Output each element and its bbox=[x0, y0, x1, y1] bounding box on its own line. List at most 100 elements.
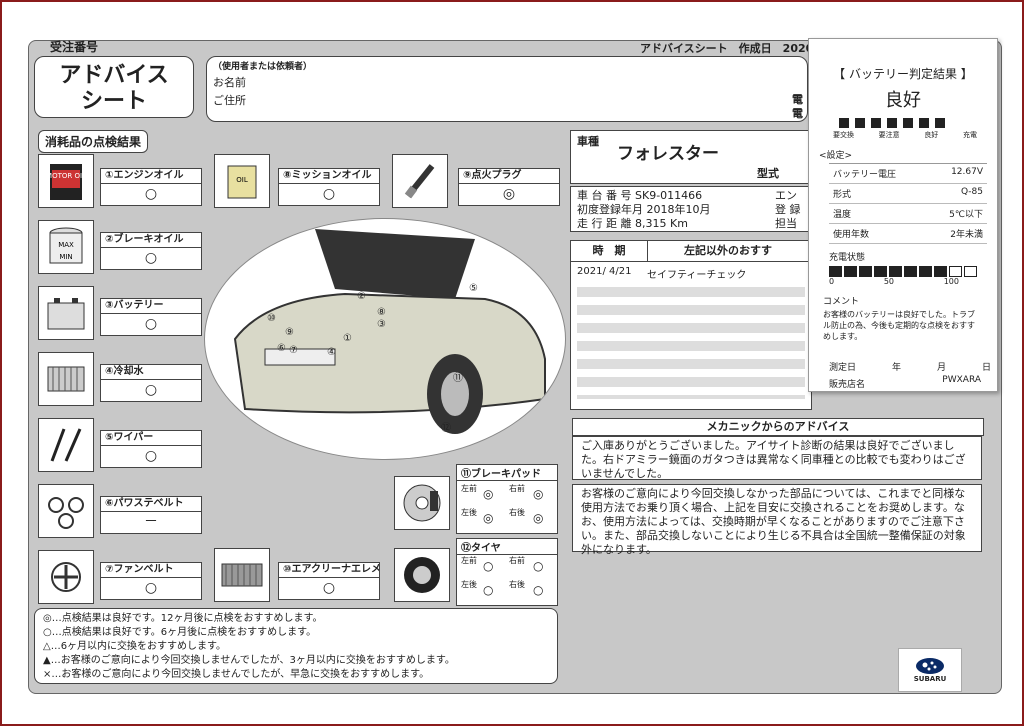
svg-text:MOTOR OIL: MOTOR OIL bbox=[46, 172, 86, 180]
receipt-value: 5℃以下 bbox=[949, 210, 983, 220]
first-reg-label: 初度登録年月 bbox=[577, 203, 643, 216]
item-label: ⑩エアクリーナエレメント bbox=[279, 563, 379, 578]
history-table: 時 期 左記以外のおすす 2021/ 4/21 セイフティーチェック bbox=[570, 240, 812, 410]
scale-block bbox=[935, 118, 945, 128]
vehicle-details: 車 台 番 号 SK9-011466 エン 初度登録年月 2018年10月登 録 … bbox=[570, 186, 810, 232]
scale-block bbox=[871, 118, 881, 128]
legend-item: △…6ヶ月以内に交換をおすすめします。 bbox=[43, 641, 227, 652]
car-marker-2: ② bbox=[357, 291, 366, 302]
charge-bar bbox=[829, 266, 997, 277]
spark-plug-icon bbox=[392, 154, 448, 208]
tire-rr-mark: ○ bbox=[533, 583, 544, 597]
model-value: フォレスター bbox=[617, 144, 719, 164]
date-day: 日 bbox=[982, 363, 992, 373]
charge-block bbox=[964, 266, 977, 277]
tire-fl: 左前 bbox=[461, 556, 477, 565]
item-brake-oil: ②ブレーキオイル ○ bbox=[100, 232, 202, 270]
subaru-stars-icon bbox=[916, 658, 944, 674]
receipt-brand: PWXARA bbox=[942, 375, 981, 385]
car-marker-4: ④ bbox=[327, 347, 336, 358]
scale-block bbox=[919, 118, 929, 128]
item-label: ⑦ファンベルト bbox=[101, 563, 201, 578]
tire-fr-mark: ○ bbox=[533, 559, 544, 573]
scale-block bbox=[887, 118, 897, 128]
brake-rl: 左後 bbox=[461, 508, 477, 517]
staff-label: 担当 bbox=[775, 217, 797, 230]
item-mark: － bbox=[144, 514, 158, 530]
document-header: アドバイスシート 作成日 2020 bbox=[640, 42, 814, 55]
item-label: ②ブレーキオイル bbox=[101, 233, 201, 248]
item-label: ①エンジンオイル bbox=[101, 169, 201, 184]
reg-value: SK9-011466 bbox=[635, 189, 703, 202]
date-year: 年 bbox=[892, 363, 902, 373]
charge-block bbox=[934, 266, 947, 277]
subaru-logo: SUBARU bbox=[898, 648, 962, 692]
charge-tick: 0 bbox=[829, 277, 835, 286]
car-marker-12: ⑫ bbox=[441, 423, 451, 434]
item-wiper: ⑤ワイパー ○ bbox=[100, 430, 202, 468]
charge-block bbox=[904, 266, 917, 277]
sheet-title: アドバイス シート bbox=[34, 56, 194, 118]
car-marker-1: ① bbox=[343, 333, 352, 344]
brake-disc-icon bbox=[394, 476, 450, 530]
ps-belt-icon bbox=[38, 484, 94, 538]
comment-label: コメント bbox=[823, 297, 860, 307]
car-marker-11: ⑪ bbox=[453, 373, 463, 384]
scale-label: 要交換 bbox=[833, 131, 854, 139]
history-col-time: 時 期 bbox=[571, 241, 648, 261]
tire-rl: 左後 bbox=[461, 580, 477, 589]
first-reg-value: 2018年10月 bbox=[646, 203, 711, 216]
car-marker-3: ③ bbox=[377, 319, 386, 330]
history-blank-rows bbox=[577, 287, 805, 399]
fan-belt-icon bbox=[38, 550, 94, 604]
legend: ◎…点検結果は良好です。12ヶ月後に点検をおすすめします。 ○…点検結果は良好で… bbox=[34, 608, 558, 684]
item-battery: ③バッテリー ○ bbox=[100, 298, 202, 336]
item-mark: ○ bbox=[144, 186, 158, 202]
receipt-key: バッテリー電圧 bbox=[833, 170, 897, 180]
scale-label: 充電 bbox=[962, 131, 977, 139]
item-mark: ○ bbox=[144, 316, 158, 332]
legend-item: ◎…点検結果は良好です。12ヶ月後に点検をおすすめします。 bbox=[43, 613, 323, 624]
customer-heading: （使用者または依頼者） bbox=[213, 62, 313, 72]
history-col-other: 左記以外のおすす bbox=[684, 244, 772, 257]
advice-text-2: お客様のご意向により今回交換しなかった部品については、これまでと同様な使用方法で… bbox=[572, 484, 982, 556]
brake-fr: 右前 bbox=[509, 484, 525, 493]
car-marker-9: ⑨ bbox=[285, 327, 294, 338]
reg-label: 車 台 番 号 bbox=[577, 189, 632, 202]
item-coolant: ④冷却水 ○ bbox=[100, 364, 202, 402]
charge-tick: 50 bbox=[883, 277, 894, 286]
item-mark: ○ bbox=[322, 580, 336, 596]
customer-box: （使用者または依頼者） お名前 ご住所 電 電 bbox=[206, 56, 808, 122]
car-marker-7: ⑦ bbox=[289, 345, 298, 356]
item-mark: ○ bbox=[144, 250, 158, 266]
item-mission-oil: ⑧ミッションオイル ○ bbox=[278, 168, 380, 206]
tire-rl-mark: ○ bbox=[483, 583, 494, 597]
tire-title: ⑫タイヤ bbox=[457, 539, 557, 555]
item-fan-belt: ⑦ファンベルト ○ bbox=[100, 562, 202, 600]
car-marker-8: ⑧ bbox=[377, 307, 386, 318]
battery-icon bbox=[38, 286, 94, 340]
reg2-label: 登 録 bbox=[775, 203, 801, 216]
radiator-icon bbox=[38, 352, 94, 406]
receipt-value: Q-85 bbox=[960, 187, 983, 197]
vehicle-model-box: 車種 フォレスター 型式 bbox=[570, 130, 812, 184]
mission-oil-icon: OIL bbox=[214, 154, 270, 208]
car-drawing bbox=[233, 229, 546, 434]
air-filter-icon bbox=[214, 548, 270, 602]
scale-label: 要注意 bbox=[878, 131, 900, 139]
item-engine-oil: ①エンジンオイル ○ bbox=[100, 168, 202, 206]
motor-oil-icon: MOTOR OIL bbox=[38, 154, 94, 208]
charge-block bbox=[874, 266, 887, 277]
charge-block bbox=[949, 266, 962, 277]
car-marker-6: ⑥ bbox=[277, 343, 286, 354]
receipt-key: 温度 bbox=[833, 210, 852, 220]
brake-pad-panel: ⑪ブレーキパッド 左前 ◎ 右前 ◎ 左後 ◎ 右後 ◎ bbox=[456, 464, 558, 534]
car-marker-5: ⑤ bbox=[469, 283, 478, 294]
legend-item: ×…お客様のご意向により今回交換しませんでしたが、早急に交換をおすすめします。 bbox=[43, 669, 430, 680]
brake-fl: 左前 bbox=[461, 484, 477, 493]
history-entry: セイフティーチェック bbox=[647, 270, 747, 281]
receipt-value: 12.67V bbox=[951, 167, 983, 177]
legend-item: ▲…お客様のご意向により今回交換しませんでしたが、3ヶ月以内に交換をおすすめしま… bbox=[43, 655, 455, 666]
charge-block bbox=[919, 266, 932, 277]
brake-rl-mark: ◎ bbox=[483, 511, 494, 525]
